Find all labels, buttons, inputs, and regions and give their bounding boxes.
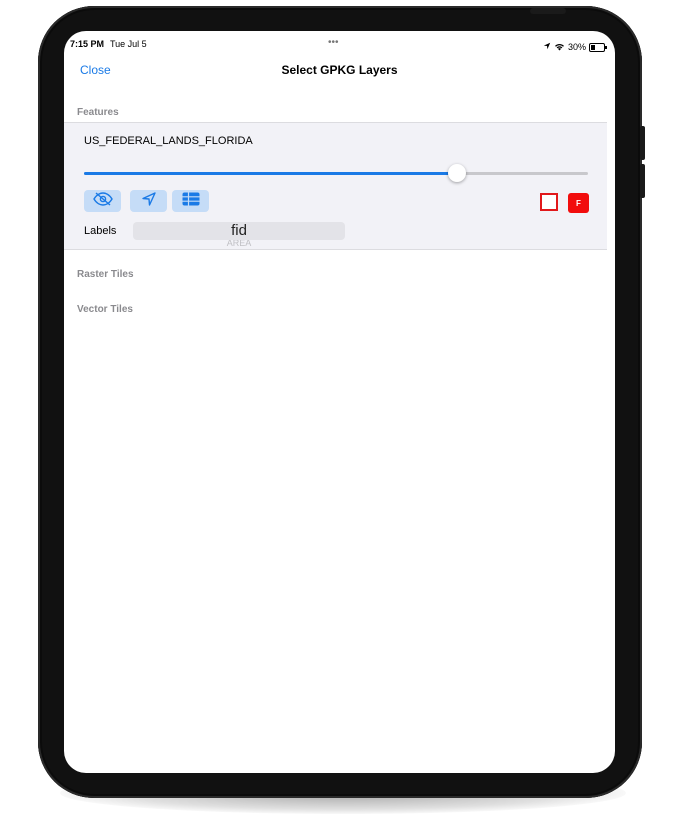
screen: 7:15 PM Tue Jul 5 ••• 30% Close Select G… <box>64 31 615 773</box>
status-time: 7:15 PM <box>70 39 105 49</box>
label-field-selected: fid <box>231 222 247 239</box>
location-icon <box>543 42 551 52</box>
wifi-icon <box>554 38 565 56</box>
stroke-color-swatch[interactable] <box>540 193 558 211</box>
battery-icon <box>589 42 607 52</box>
visibility-toggle-button[interactable] <box>84 190 121 212</box>
eye-slash-icon <box>92 191 113 211</box>
volume-down-button <box>640 164 645 198</box>
status-indicators: 30% <box>543 38 607 56</box>
opacity-slider[interactable] <box>84 164 588 182</box>
zoom-to-layer-button[interactable] <box>130 190 167 212</box>
section-header-raster-tiles: Raster Tiles <box>77 269 134 280</box>
location-arrow-icon <box>141 191 157 212</box>
top-button <box>530 8 566 14</box>
section-header-vector-tiles: Vector Tiles <box>77 304 133 315</box>
page-title: Select GPKG Layers <box>281 63 398 77</box>
table-icon <box>182 192 200 211</box>
volume-up-button <box>640 126 645 160</box>
navigation-bar: Close Select GPKG Layers <box>64 57 615 83</box>
battery-percent: 30% <box>567 42 586 52</box>
attribute-table-button[interactable] <box>172 190 209 212</box>
label-field-next-option[interactable]: AREA <box>133 240 345 248</box>
label-field-picker[interactable]: fid <box>133 222 345 240</box>
opacity-slider-thumb[interactable] <box>447 164 466 182</box>
layer-name: US_FEDERAL_LANDS_FLORIDA <box>84 135 253 147</box>
opacity-slider-fill <box>84 172 457 175</box>
label-field-next-option-wrap: AREA <box>133 240 345 248</box>
status-date: Tue Jul 5 <box>110 39 147 49</box>
section-header-features: Features <box>77 107 119 118</box>
multitasking-dots-icon[interactable]: ••• <box>328 37 339 48</box>
status-bar: 7:15 PM Tue Jul 5 ••• 30% <box>64 31 615 57</box>
layer-row: US_FEDERAL_LANDS_FLORIDA F Labels fid AR… <box>64 122 607 250</box>
labels-caption: Labels <box>84 225 117 237</box>
fill-color-swatch[interactable]: F <box>568 193 589 213</box>
